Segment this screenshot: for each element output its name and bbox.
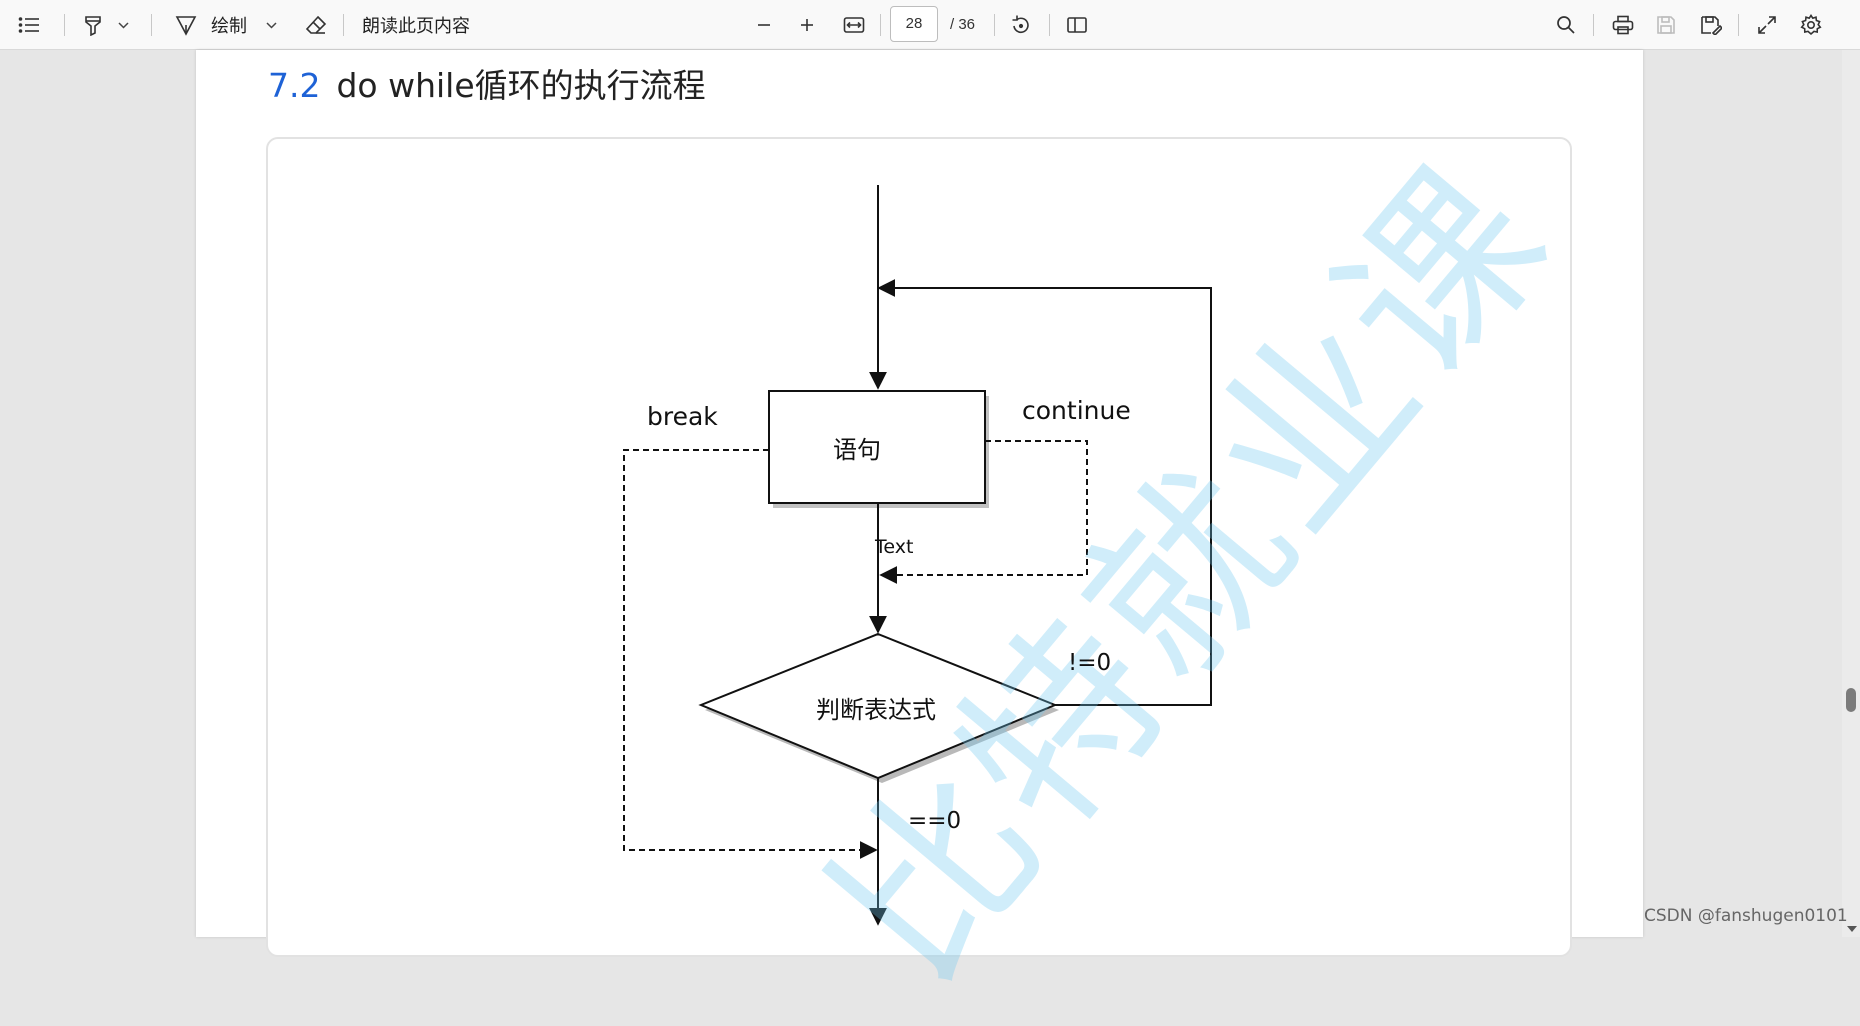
contents-list-icon[interactable] bbox=[14, 0, 44, 50]
scroll-down-arrow-icon[interactable] bbox=[1847, 926, 1857, 932]
do-while-flowchart bbox=[623, 185, 1212, 926]
scrollbar-thumb[interactable] bbox=[1846, 688, 1856, 712]
fit-width-icon[interactable] bbox=[840, 0, 868, 50]
settings-gear-icon[interactable] bbox=[1797, 0, 1825, 50]
text-label: Text bbox=[875, 536, 914, 558]
pdf-page: 7.2 do while循环的执行流程 比特就业课 语句 判断表达式 break … bbox=[196, 50, 1643, 1019]
draw-options-chevron-down-icon[interactable] bbox=[262, 0, 280, 50]
draw-icon[interactable] bbox=[173, 0, 199, 50]
fullscreen-icon[interactable] bbox=[1753, 0, 1781, 50]
zoom-in-icon[interactable] bbox=[795, 0, 819, 50]
toolbar-divider bbox=[1049, 14, 1050, 36]
toolbar-divider bbox=[994, 14, 995, 36]
continue-label: continue bbox=[1022, 396, 1131, 425]
print-icon[interactable] bbox=[1608, 0, 1638, 50]
zoom-out-icon[interactable] bbox=[752, 0, 776, 50]
true-branch-label: !=0 bbox=[1068, 650, 1112, 676]
eraser-icon[interactable] bbox=[302, 0, 330, 50]
statement-label: 语句 bbox=[833, 436, 881, 464]
draw-button[interactable]: 绘制 bbox=[209, 0, 249, 50]
rotate-icon[interactable] bbox=[1008, 0, 1034, 50]
source-credit: CSDN @fanshugen0101 bbox=[1644, 906, 1848, 926]
read-aloud-button[interactable]: 朗读此页内容 bbox=[362, 0, 474, 50]
highlight-options-chevron-down-icon[interactable] bbox=[114, 0, 132, 50]
toolbar-divider bbox=[1738, 14, 1739, 36]
page-view-icon[interactable] bbox=[1063, 0, 1091, 50]
search-icon[interactable] bbox=[1552, 0, 1580, 50]
toolbar-divider bbox=[343, 14, 344, 36]
page-number-input[interactable]: 28 bbox=[890, 6, 938, 42]
toolbar-divider bbox=[1593, 14, 1594, 36]
false-branch-label: ==0 bbox=[908, 808, 962, 834]
page-total: / 36 bbox=[950, 16, 976, 33]
toolbar-divider bbox=[151, 14, 152, 36]
pdf-toolbar: 绘制 朗读此页内容 28 / 36 bbox=[0, 0, 1860, 50]
break-label: break bbox=[647, 402, 718, 431]
save-as-icon[interactable] bbox=[1697, 0, 1725, 50]
toolbar-divider bbox=[64, 14, 65, 36]
condition-label: 判断表达式 bbox=[816, 696, 936, 724]
vertical-scrollbar[interactable] bbox=[1842, 50, 1860, 937]
highlight-icon[interactable] bbox=[78, 0, 108, 50]
save-icon-disabled[interactable] bbox=[1652, 0, 1680, 50]
toolbar-divider bbox=[880, 14, 881, 36]
